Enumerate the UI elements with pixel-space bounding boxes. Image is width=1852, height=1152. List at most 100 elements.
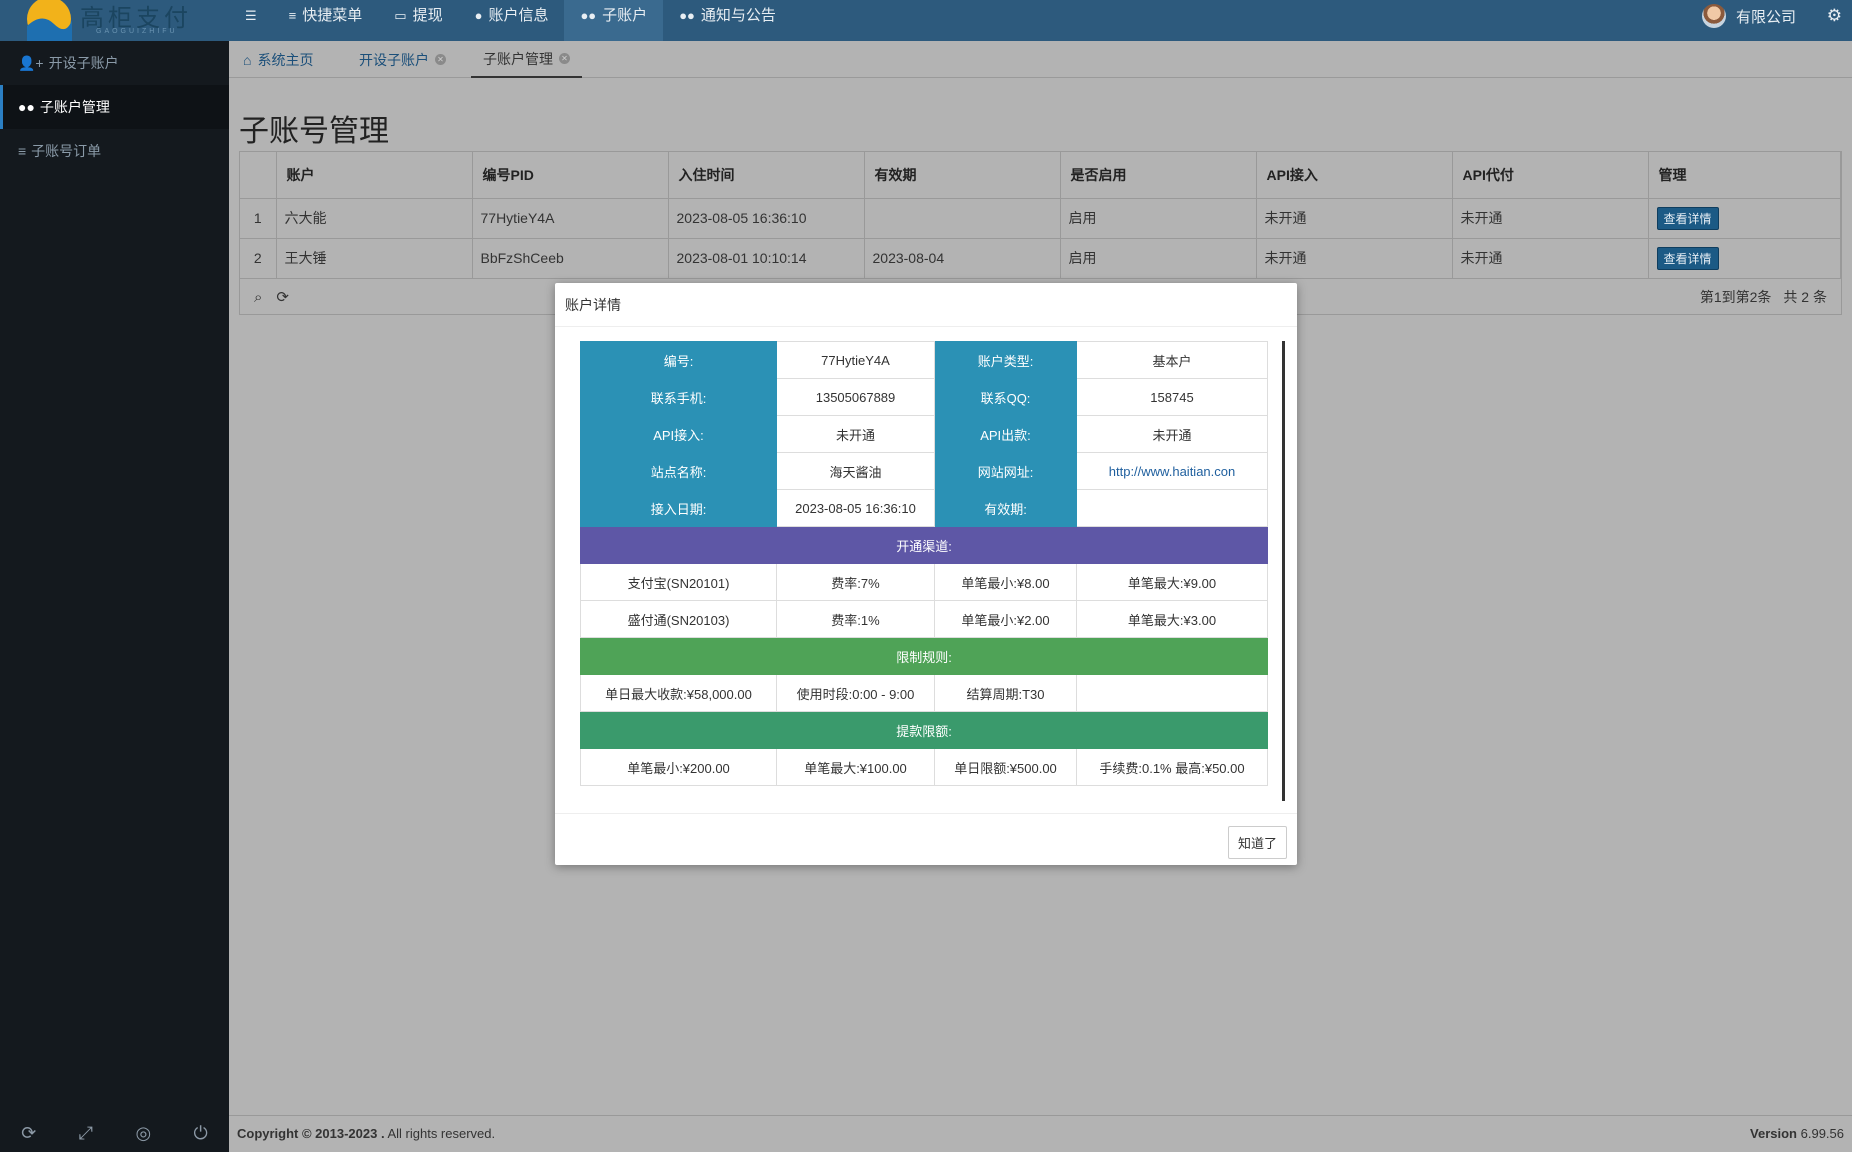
detail-label: 联系QQ: (934, 378, 1077, 416)
cell-enabled: 启用 (1060, 238, 1257, 279)
logo-subtext: GAOGUIZHIFU (96, 28, 178, 35)
pagination-total: 共 2 条 (1783, 289, 1827, 305)
settings-gear-icon[interactable]: ⚙ (1827, 6, 1842, 26)
version-number: 6.99.56 (1800, 1126, 1844, 1141)
table-header: 编号PID (472, 152, 669, 199)
cell-pid: BbFzShCeeb (472, 238, 669, 279)
logo[interactable]: 高柜支付 GAOGUIZHIFU (0, 0, 229, 41)
refresh-icon[interactable]: ⟳ (276, 288, 289, 306)
view-details-button[interactable]: 查看详情 (1656, 246, 1719, 270)
detail-row: API接入: 未开通 API出款: 未开通 (580, 415, 1268, 453)
nav-withdraw[interactable]: ▭ 提现 (378, 0, 458, 41)
sidebar-item-sub-account-orders[interactable]: ≡ 子账号订单 (0, 129, 229, 173)
detail-label: 联系手机: (580, 378, 777, 416)
logo-mark-icon (27, 0, 72, 41)
cell-expiry: 2023-08-04 (864, 238, 1061, 279)
nav-account-info[interactable]: ● 账户信息 (459, 0, 565, 41)
user-name: 有限公司 (1735, 8, 1796, 26)
withdraw-fee: 手续费:0.1% 最高:¥50.00 (1076, 748, 1268, 786)
modal-scrollbar[interactable] (1282, 341, 1285, 801)
tab-sub-account-manage[interactable]: 子账户管理 ✕ (471, 41, 582, 78)
close-icon[interactable]: ✕ (559, 53, 570, 64)
cell-enabled: 启用 (1060, 198, 1257, 239)
cell-api-pay: 未开通 (1452, 238, 1649, 279)
tab-label: 子账户管理 (483, 50, 553, 67)
cell-pid: 77HytieY4A (472, 198, 669, 239)
page-footer: Copyright © 2013-2023 . All rights reser… (229, 1115, 1852, 1152)
menu-toggle-button[interactable]: ☰ (229, 0, 273, 41)
detail-value: 海天酱油 (776, 452, 935, 490)
search-icon[interactable]: ⌕ (254, 289, 262, 306)
pagination-range: 第1到第2条 (1699, 289, 1772, 305)
copyright: Copyright © 2013-2023 . All rights reser… (237, 1116, 495, 1152)
user-menu[interactable]: 有限公司 (1701, 4, 1796, 28)
version-label: Version (1750, 1126, 1797, 1141)
channel-rate: 费率:7% (776, 563, 935, 601)
detail-label: 有效期: (934, 489, 1077, 527)
detail-label: 接入日期: (580, 489, 777, 527)
eye-slash-icon[interactable]: ◎ (135, 1123, 151, 1144)
refresh-icon[interactable]: ⟳ (21, 1123, 36, 1144)
view-details-button[interactable]: 查看详情 (1656, 206, 1719, 230)
cell-action: 查看详情 (1648, 198, 1841, 239)
user-plus-icon: 👤+ (18, 55, 44, 71)
table-header: 账户 (276, 152, 473, 199)
sub-account-table: 账户 编号PID 入住时间 有效期 是否启用 API接入 API代付 管理 1 … (240, 152, 1841, 279)
nav-label: 子账户 (602, 7, 648, 24)
section-header-rules: 限制规则: (580, 637, 1268, 675)
cell-joined: 2023-08-05 16:36:10 (668, 198, 865, 239)
nav-quick-menu[interactable]: ≡ 快捷菜单 (273, 0, 379, 41)
modal-footer: 知道了 (555, 813, 1297, 865)
nav-label: 账户信息 (488, 7, 549, 24)
version: Version 6.99.56 (1750, 1116, 1844, 1152)
cell-api-in: 未开通 (1256, 198, 1453, 239)
cell-account: 六大能 (276, 198, 473, 239)
channel-min: 单笔最小:¥2.00 (934, 600, 1077, 638)
website-link[interactable]: http://www.haitian.con (1076, 452, 1268, 490)
tab-home[interactable]: ⌂ 系统主页 (243, 41, 313, 78)
section-header-withdraw: 提款限额: (580, 711, 1268, 749)
row-index: 1 (240, 198, 277, 239)
table-header: API代付 (1452, 152, 1649, 199)
nav-notices[interactable]: ●● 通知与公告 (663, 0, 792, 41)
nav-label: 通知与公告 (700, 7, 776, 24)
copyright-bold: Copyright © 2013-2023 . (237, 1126, 385, 1141)
channel-max: 单笔最大:¥9.00 (1076, 563, 1268, 601)
power-icon[interactable]: ⏻ (194, 1123, 208, 1144)
section-title: 开通渠道: (580, 526, 1268, 564)
section-title: 限制规则: (580, 637, 1268, 675)
modal-body: 编号: 77HytieY4A 账户类型: 基本户 联系手机: 135050678… (580, 341, 1285, 801)
section-title: 提款限额: (580, 711, 1268, 749)
tab-open-sub-account[interactable]: 开设子账户 ✕ (359, 41, 446, 78)
top-navbar: 高柜支付 GAOGUIZHIFU ☰ ≡ 快捷菜单 ▭ 提现 ● 账户信息 ●● 子账户… (0, 0, 1852, 41)
modal-title: 账户详情 (555, 283, 1297, 327)
rule-daily: 单日最大收款:¥58,000.00 (580, 674, 777, 712)
page-title: 子账号管理 (239, 115, 389, 148)
detail-value (1076, 489, 1268, 527)
rule-period: 使用时段:0:00 - 9:00 (776, 674, 935, 712)
nav-sub-accounts[interactable]: ●● 子账户 (564, 0, 664, 41)
detail-value: 未开通 (776, 415, 935, 453)
channel-max: 单笔最大:¥3.00 (1076, 600, 1268, 638)
table-row: 1 六大能 77HytieY4A 2023-08-05 16:36:10 启用 … (240, 198, 1841, 239)
list-icon: ≡ (288, 8, 297, 23)
cell-joined: 2023-08-01 10:10:14 (668, 238, 865, 279)
channel-row: 支付宝(SN20101) 费率:7% 单笔最小:¥8.00 单笔最大:¥9.00 (580, 563, 1268, 601)
fullscreen-icon[interactable]: ⤢ (79, 1123, 93, 1144)
user-icon: ● (474, 8, 483, 23)
users-icon: ●● (679, 8, 695, 23)
detail-label: API接入: (580, 415, 777, 453)
table-header: 是否启用 (1060, 152, 1257, 199)
detail-row: 站点名称: 海天酱油 网站网址: http://www.haitian.con (580, 452, 1268, 490)
page-tabs: ⌂ 系统主页 开设子账户 ✕ 子账户管理 ✕ (229, 41, 1852, 78)
table-header: API接入 (1256, 152, 1453, 199)
users-icon: ●● (580, 8, 597, 23)
sidebar-item-open-sub-account[interactable]: 👤+ 开设子账户 (0, 41, 229, 85)
sidebar-item-label: 子账号订单 (31, 143, 102, 159)
sidebar-item-sub-account-manage[interactable]: ●● 子账户管理 (0, 85, 229, 129)
acknowledge-button[interactable]: 知道了 (1227, 826, 1287, 859)
sidebar: 👤+ 开设子账户 ●● 子账户管理 ≡ 子账号订单 ⟳ ⤢ ◎ ⏻ (0, 41, 229, 1152)
account-details-modal: 账户详情 编号: 77HytieY4A 账户类型: 基本户 联系手机: 1350… (555, 283, 1297, 865)
close-icon[interactable]: ✕ (435, 54, 446, 65)
copyright-rest: All rights reserved. (384, 1126, 496, 1141)
